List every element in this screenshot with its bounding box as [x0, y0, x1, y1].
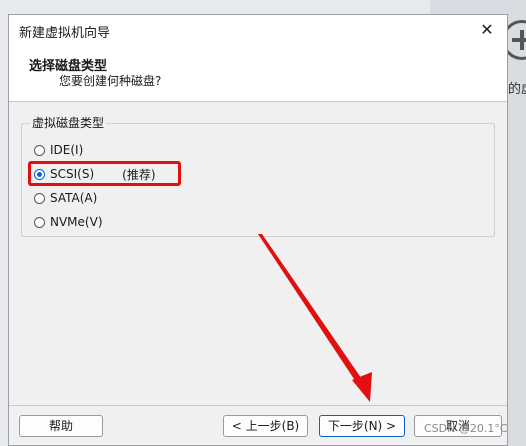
wizard-header: 选择磁盘类型 您要创建何种磁盘? — [9, 45, 507, 102]
radio-label: NVMe(V) — [50, 215, 103, 229]
next-button[interactable]: 下一步(N) > — [319, 415, 405, 437]
watermark: CSDN @20.1°C — [424, 422, 508, 435]
back-button[interactable]: < 上一步(B) — [223, 415, 308, 437]
new-vm-wizard-dialog: 新建虚拟机向导 ✕ 选择磁盘类型 您要创建何种磁盘? 虚拟磁盘类型 IDE(I)… — [8, 14, 508, 446]
footer-divider — [9, 405, 507, 406]
radio-nvme[interactable]: NVMe(V) — [34, 212, 103, 232]
radio-ide[interactable]: IDE(I) — [34, 140, 83, 160]
title-bar: 新建虚拟机向导 ✕ — [9, 15, 507, 45]
radio-sata[interactable]: SATA(A) — [34, 188, 97, 208]
radio-button[interactable] — [34, 144, 45, 156]
radio-label: IDE(I) — [50, 143, 84, 157]
background-label: 的虚 — [508, 82, 526, 97]
help-button[interactable]: 帮助 — [19, 415, 103, 437]
radio-button[interactable] — [34, 192, 45, 204]
disk-type-group: 虚拟磁盘类型 IDE(I) SCSI(S) (推荐) SATA(A) NVMe(… — [21, 114, 495, 237]
window-title: 新建虚拟机向导 — [19, 26, 111, 41]
annotation-highlight-box — [28, 161, 181, 186]
radio-label: SATA(A) — [50, 191, 98, 205]
radio-button[interactable] — [34, 216, 45, 228]
page-subtitle: 您要创建何种磁盘? — [59, 74, 162, 88]
close-icon[interactable]: ✕ — [473, 17, 501, 43]
group-label: 虚拟磁盘类型 — [30, 114, 107, 131]
